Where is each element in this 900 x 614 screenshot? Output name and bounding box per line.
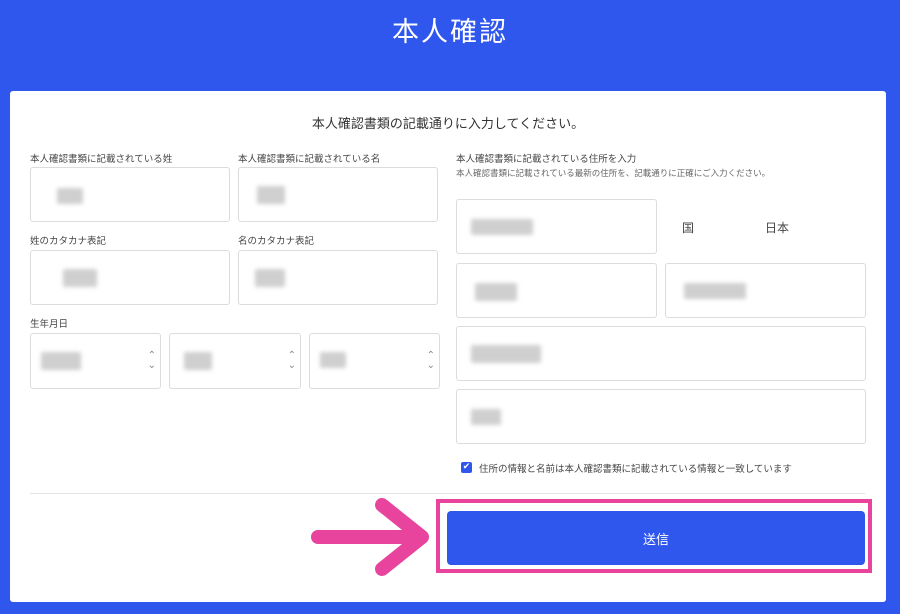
address-label: 本人確認書類に記載されている住所を入力	[456, 154, 637, 165]
redacted-value	[41, 352, 81, 370]
street-address-input[interactable]	[456, 326, 866, 381]
birth-day-select[interactable]: ⌃ ⌄	[309, 333, 440, 389]
birth-year-select[interactable]: ⌃ ⌄	[30, 333, 161, 389]
pointer-arrow-icon	[311, 498, 429, 576]
birth-month-select[interactable]: ⌃ ⌄	[169, 333, 301, 389]
building-input[interactable]	[456, 389, 866, 444]
prefecture-input[interactable]	[456, 263, 657, 318]
first-name-kana-label: 名のカタカナ表記	[238, 236, 315, 247]
redacted-value	[63, 269, 97, 287]
page-title: 本人確認	[392, 17, 508, 48]
redacted-value	[184, 352, 212, 370]
country-label: 国	[682, 221, 695, 235]
submit-button[interactable]: 送信	[447, 511, 865, 565]
first-name-input[interactable]	[238, 167, 438, 222]
redacted-value	[257, 186, 285, 204]
confirm-checkbox[interactable]: ✔	[461, 462, 472, 473]
divider	[30, 493, 865, 494]
redacted-value	[475, 283, 517, 301]
select-arrows-icon: ⌃ ⌄	[287, 350, 296, 371]
redacted-value	[471, 409, 501, 425]
identity-form-card: 本人確認書類の記載通りに入力してください。 本人確認書類に記載されている姓 本人…	[10, 91, 886, 602]
redacted-value	[57, 188, 83, 204]
address-note: 本人確認書類に記載されている最新の住所を、記載通りに正確にご入力ください。	[456, 169, 771, 179]
last-name-kana-label: 姓のカタカナ表記	[30, 236, 107, 247]
select-arrows-icon: ⌃ ⌄	[147, 350, 156, 371]
first-name-kana-input[interactable]	[238, 250, 438, 305]
form-instruction: 本人確認書類の記載通りに入力してください。	[311, 117, 585, 132]
select-arrows-icon: ⌃ ⌄	[426, 350, 435, 371]
redacted-value	[320, 352, 346, 368]
confirm-checkbox-label: 住所の情報と名前は本人確認書類に記載されている情報と一致しています	[479, 464, 792, 475]
check-icon: ✔	[462, 462, 471, 472]
last-name-kana-input[interactable]	[30, 250, 230, 305]
city-input[interactable]	[665, 263, 866, 318]
last-name-input[interactable]	[30, 167, 230, 222]
redacted-value	[255, 269, 285, 287]
first-name-label: 本人確認書類に記載されている名	[238, 154, 381, 165]
country-value: 日本	[765, 221, 790, 235]
postal-code-input[interactable]	[456, 199, 657, 254]
birthdate-label: 生年月日	[30, 319, 69, 330]
redacted-value	[471, 219, 533, 235]
redacted-value	[471, 345, 541, 363]
last-name-label: 本人確認書類に記載されている姓	[30, 154, 173, 165]
redacted-value	[684, 283, 746, 299]
